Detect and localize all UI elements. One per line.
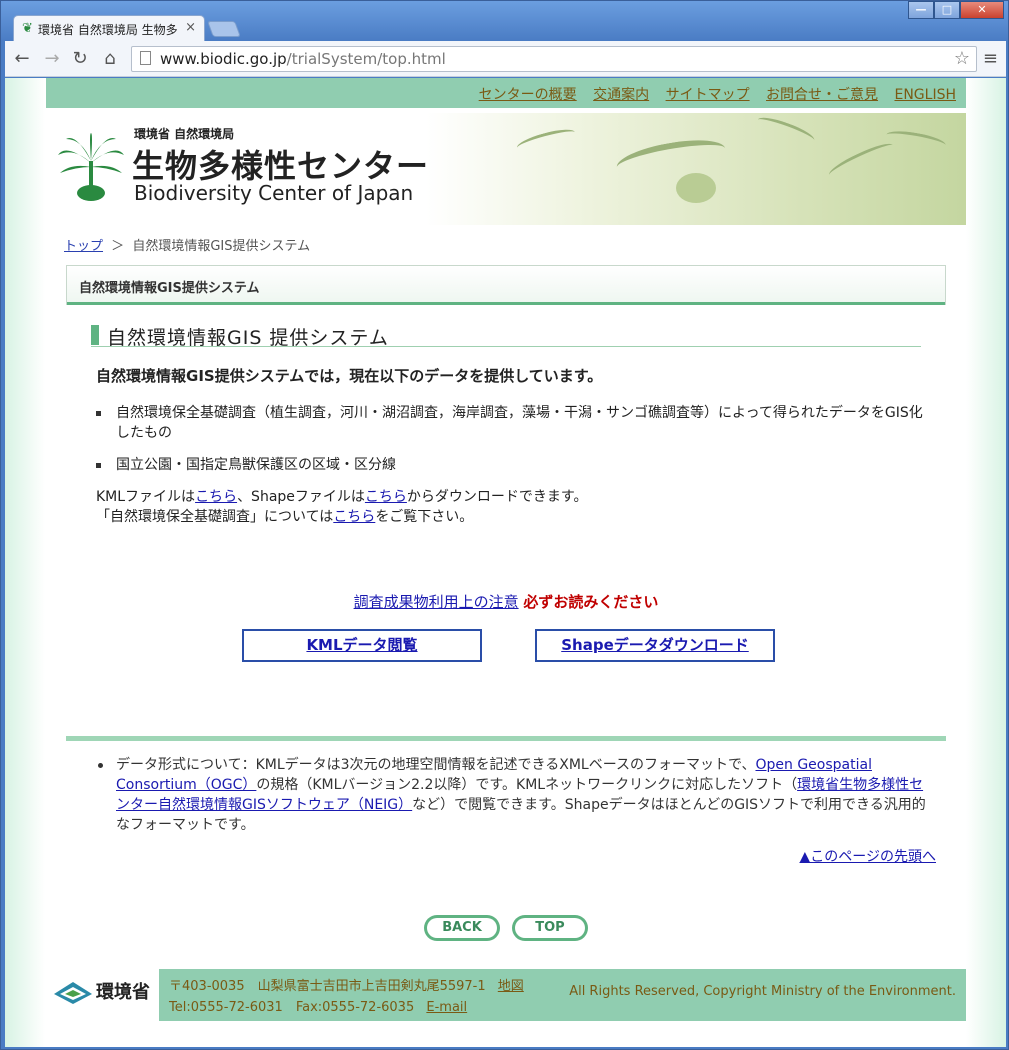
close-window-icon[interactable]: ✕ bbox=[960, 1, 1004, 19]
shape-here-link[interactable]: こちら bbox=[365, 489, 407, 505]
section-box-title: 自然環境情報GIS提供システム bbox=[66, 265, 946, 305]
survey-suffix-text: をご覧下さい。 bbox=[375, 509, 474, 525]
breadcrumb-separator: ＞ bbox=[111, 239, 125, 254]
tree-logo-icon bbox=[58, 133, 124, 201]
kml-view-button[interactable]: KMLデータ閲覧 bbox=[242, 629, 482, 662]
usage-notice: 調査成果物利用上の注意 必ずお読みください bbox=[46, 591, 966, 612]
usage-notice-link[interactable]: 調査成果物利用上の注意 bbox=[354, 593, 519, 611]
email-link[interactable]: E-mail bbox=[426, 1000, 467, 1015]
copyright: All Rights Reserved, Copyright Ministry … bbox=[569, 984, 956, 999]
format-note: データ形式について：KMLデータは3次元の地理空間情報を記述できるXMLベースの… bbox=[96, 755, 926, 835]
header-birds-image bbox=[426, 113, 966, 225]
top-navigation: センターの概要 交通案内 サイトマップ お問合せ・ご意見 ENGLISH bbox=[46, 78, 966, 108]
top-button[interactable]: TOP bbox=[512, 915, 588, 941]
forward-arrow-icon[interactable]: → bbox=[41, 49, 63, 69]
map-link[interactable]: 地図 bbox=[498, 979, 524, 994]
breadcrumb: トップ ＞ 自然環境情報GIS提供システム bbox=[64, 235, 310, 254]
nav-sitemap[interactable]: サイトマップ bbox=[666, 87, 750, 103]
page-container: センターの概要 交通案内 サイトマップ お問合せ・ご意見 ENGLISH 環境省… bbox=[46, 78, 966, 1047]
download-paragraph: KMLファイルはこちら、Shapeファイルはこちらからダウンロードできます。 「… bbox=[96, 487, 588, 527]
new-tab-button[interactable] bbox=[207, 21, 241, 37]
window-controls: — □ ✕ bbox=[908, 1, 1004, 19]
list-item: 国立公園・国指定鳥獣保護区の区域・区分線 bbox=[96, 455, 926, 475]
back-button-label: BACK bbox=[427, 918, 497, 938]
nav-contact[interactable]: お問合せ・ご意見 bbox=[766, 87, 878, 103]
note-text-1: データ形式について：KMLデータは3次元の地理空間情報を記述できるXMLベースの… bbox=[116, 757, 756, 773]
footer-tel: Tel:0555-72-6031 Fax:0555-72-6035 bbox=[169, 1000, 415, 1015]
nav-center-overview[interactable]: センターの概要 bbox=[479, 87, 577, 103]
ministry-name: 環境省 bbox=[96, 982, 150, 1003]
home-icon[interactable]: ⌂ bbox=[99, 49, 121, 69]
intro-text: 自然環境情報GIS提供システムでは，現在以下のデータを提供しています。 bbox=[96, 367, 603, 385]
breadcrumb-current: 自然環境情報GIS提供システム bbox=[132, 239, 311, 254]
close-tab-icon[interactable]: × bbox=[185, 20, 196, 35]
note-text-2: の規格（KMLバージョン2.2以降）です。KMLネットワークリンクに対応したソフ… bbox=[256, 777, 798, 793]
page-top-link[interactable]: ▲このページの先頭へ bbox=[800, 846, 937, 866]
section-divider bbox=[66, 736, 946, 741]
browser-toolbar: ← → ↻ ⌂ www.biodic.go.jp/trialSystem/top… bbox=[5, 41, 1006, 77]
data-list: 自然環境保全基礎調査（植生調査，河川・湖沼調査，海岸調査，藻場・干潟・サンゴ礁調… bbox=[96, 403, 926, 487]
survey-here-link[interactable]: こちら bbox=[333, 509, 375, 525]
survey-prefix-text: 「自然環境保全基礎調査」については bbox=[96, 509, 334, 525]
back-button[interactable]: BACK bbox=[424, 915, 500, 941]
ministry-label: 環境省 自然環境局 bbox=[134, 127, 235, 141]
page-heading: 自然環境情報GIS 提供システム bbox=[91, 323, 921, 349]
nav-access[interactable]: 交通案内 bbox=[593, 87, 649, 103]
minimize-icon[interactable]: — bbox=[908, 1, 934, 19]
ministry-logo-icon bbox=[54, 982, 92, 1004]
address-bar[interactable]: www.biodic.go.jp/trialSystem/top.html ☆ bbox=[131, 46, 977, 72]
maximize-icon[interactable]: □ bbox=[934, 1, 960, 19]
browser-tab[interactable]: ❦ 環境省 自然環境局 生物多 × bbox=[13, 15, 205, 41]
back-arrow-icon[interactable]: ← bbox=[11, 49, 33, 69]
must-read-warning: 必ずお読みください bbox=[523, 593, 659, 611]
site-footer: 〒403-0035 山梨県富士吉田市上吉田剣丸尾5597-1 地図 Tel:05… bbox=[159, 969, 966, 1021]
shape-prefix-text: 、Shapeファイルは bbox=[237, 489, 365, 505]
url-host: www.biodic.go.jp bbox=[160, 50, 287, 68]
shape-suffix-text: からダウンロードできます。 bbox=[406, 489, 588, 505]
leaf-favicon-icon: ❦ bbox=[22, 21, 33, 36]
kml-here-link[interactable]: こちら bbox=[195, 489, 237, 505]
nav-english[interactable]: ENGLISH bbox=[894, 87, 956, 103]
url-path: /trialSystem/top.html bbox=[286, 50, 446, 68]
tab-strip: ❦ 環境省 自然環境局 生物多 × — □ ✕ bbox=[1, 1, 1009, 41]
reload-icon[interactable]: ↻ bbox=[69, 49, 91, 69]
breadcrumb-home-link[interactable]: トップ bbox=[64, 239, 103, 254]
page-icon bbox=[140, 51, 151, 65]
top-button-label: TOP bbox=[515, 918, 585, 938]
site-name-en: Biodiversity Center of Japan bbox=[134, 181, 414, 205]
tab-title: 環境省 自然環境局 生物多 bbox=[38, 23, 178, 37]
kml-prefix-text: KMLファイルは bbox=[96, 489, 196, 505]
list-item: 自然環境保全基礎調査（植生調査，河川・湖沼調査，海岸調査，藻場・干潟・サンゴ礁調… bbox=[96, 403, 926, 443]
shape-download-button[interactable]: Shapeデータダウンロード bbox=[535, 629, 775, 662]
browser-window: ❦ 環境省 自然環境局 生物多 × — □ ✕ ← → ↻ ⌂ www.biod… bbox=[0, 0, 1009, 1050]
site-header: 環境省 自然環境局 生物多様性センター Biodiversity Center … bbox=[46, 113, 966, 225]
menu-icon[interactable]: ≡ bbox=[983, 48, 998, 69]
bookmark-star-icon[interactable]: ☆ bbox=[954, 48, 970, 69]
footer-address: 〒403-0035 山梨県富士吉田市上吉田剣丸尾5597-1 bbox=[169, 979, 486, 994]
page-viewport: センターの概要 交通案内 サイトマップ お問合せ・ご意見 ENGLISH 環境省… bbox=[5, 78, 1006, 1047]
